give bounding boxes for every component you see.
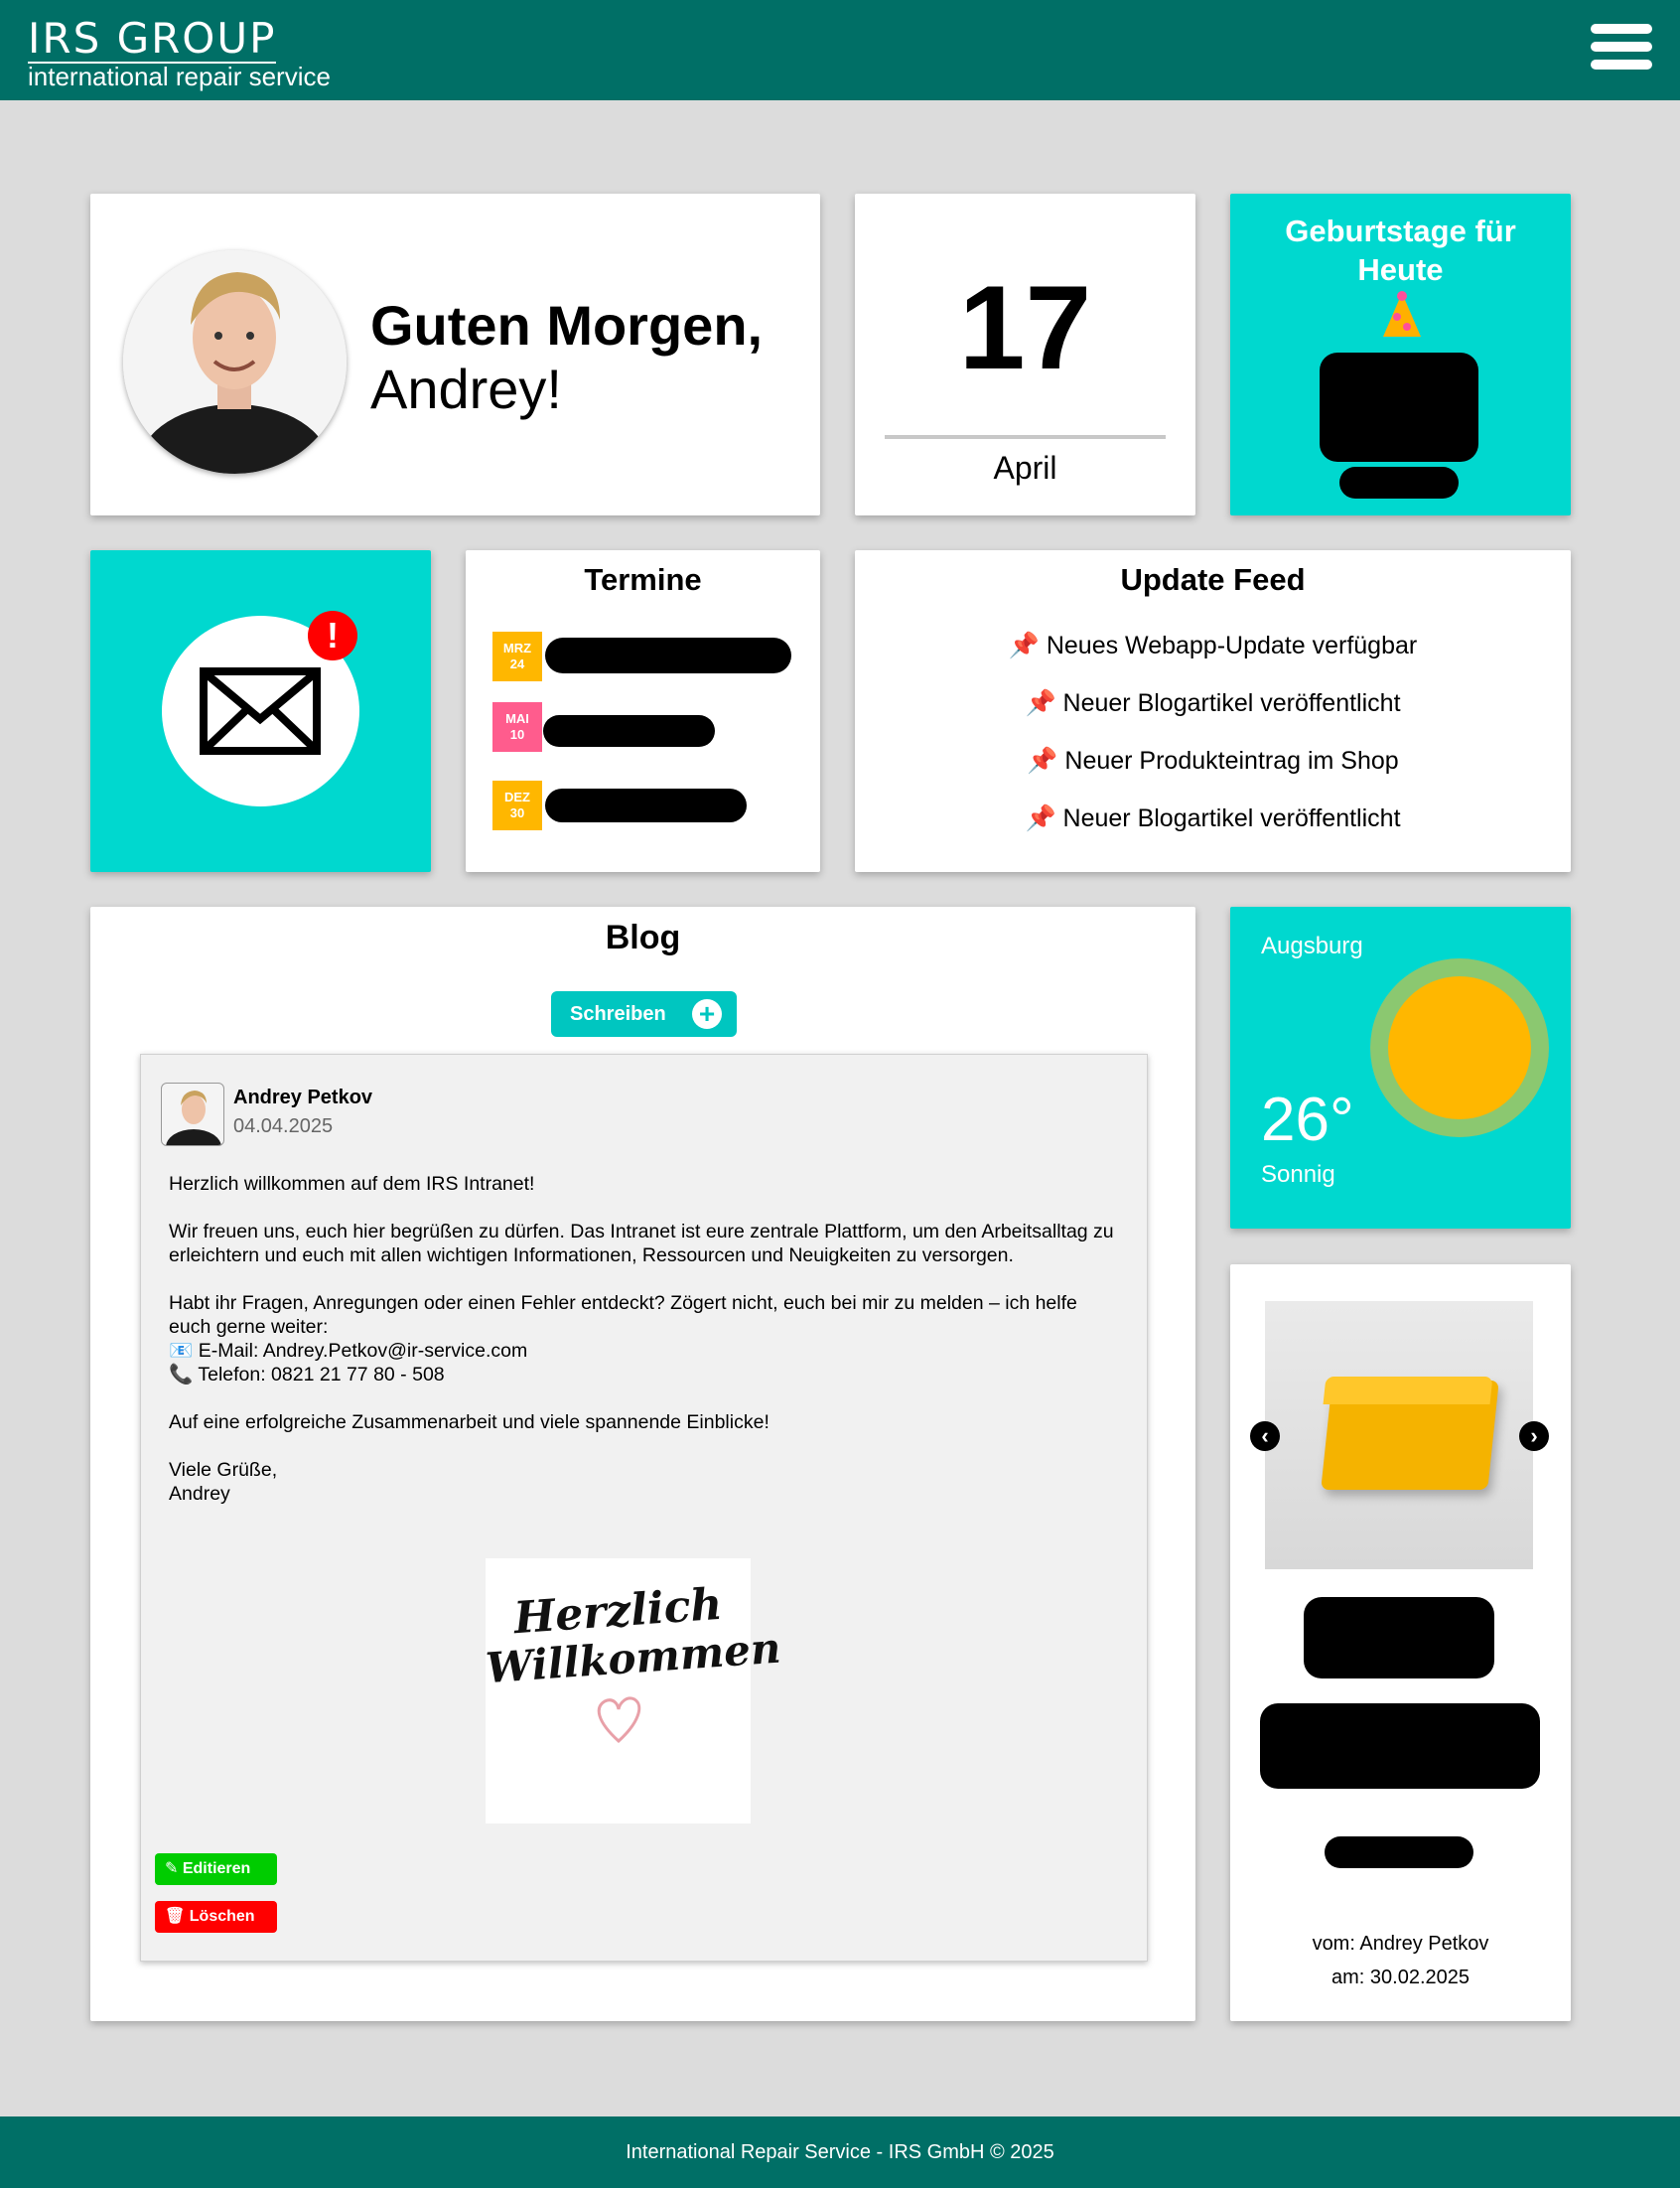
termine-title: Termine: [584, 562, 702, 597]
product-image: [1265, 1301, 1533, 1569]
post-date: 04.04.2025: [233, 1115, 334, 1137]
feed-item[interactable]: 📌 Neuer Produkteintrag im Shop: [855, 741, 1571, 799]
write-post-button[interactable]: Schreiben +: [551, 991, 737, 1037]
post-paragraph: Auf eine erfolgreiche Zusammenarbeit und…: [169, 1411, 770, 1433]
redacted-product-description: [1260, 1703, 1540, 1789]
date-divider: [885, 435, 1166, 439]
carousel-prev-icon[interactable]: ‹: [1250, 1421, 1280, 1451]
carousel-next-icon[interactable]: ›: [1519, 1421, 1549, 1451]
post-phone: 📞 Telefon: 0821 21 77 80 - 508: [169, 1364, 445, 1386]
sun-icon: [1370, 958, 1549, 1137]
weather-city: Augsburg: [1261, 933, 1363, 959]
update-feed-card: Update Feed 📌 Neues Webapp-Update verfüg…: [855, 550, 1571, 872]
redacted-product-price: [1325, 1836, 1473, 1868]
post-author: Andrey Petkov: [233, 1087, 373, 1108]
redacted-termin-title[interactable]: [543, 715, 715, 747]
birthday-card: Geburtstage für Heute: [1230, 194, 1571, 515]
weather-temp: 26°: [1261, 1086, 1354, 1154]
edit-button-label: Editieren: [182, 1860, 251, 1877]
post-author-avatar: [161, 1083, 224, 1146]
redacted-termin-title[interactable]: [545, 789, 747, 822]
termin-month: MRZ: [502, 641, 532, 656]
greeting-card: Guten Morgen, Andrey!: [90, 194, 820, 515]
feed-item[interactable]: 📌 Neuer Blogartikel veröffentlicht: [855, 799, 1571, 856]
update-feed-title: Update Feed: [1120, 562, 1306, 597]
alert-badge-icon: !: [308, 611, 357, 660]
blog-title: Blog: [605, 919, 681, 956]
trash-icon: 🗑: [165, 1908, 190, 1925]
product-date: am: 30.02.2025: [1331, 1967, 1470, 1988]
termin-date-badge: MAI 10: [492, 702, 542, 752]
redacted-birthday-name: [1339, 467, 1459, 499]
footer: International Repair Service - IRS GmbH …: [0, 2116, 1680, 2188]
weather-card: Augsburg 26° Sonnig: [1230, 907, 1571, 1229]
avatar: [123, 250, 347, 474]
welcome-image: Herzlich Willkommen: [485, 1558, 782, 1823]
delete-button-label: Löschen: [189, 1908, 255, 1925]
post-paragraph: Herzlich willkommen auf dem IRS Intranet…: [169, 1173, 535, 1195]
feed-item[interactable]: 📌 Neues Webapp-Update verfügbar: [855, 626, 1571, 683]
footer-text: International Repair Service - IRS GmbH …: [626, 2141, 1054, 2163]
hamburger-menu-icon[interactable]: [1591, 24, 1652, 75]
weather-condition: Sonnig: [1261, 1161, 1335, 1188]
party-hat-icon: [1383, 291, 1421, 337]
birthday-title: Geburtstage für Heute: [1285, 214, 1516, 287]
termin-day: 24: [509, 656, 525, 671]
blog-post: Andrey Petkov 04.04.2025 Herzlich willko…: [140, 1054, 1148, 1962]
redacted-product-title: [1304, 1597, 1494, 1678]
termine-card: Termine MRZ 24 MAI 10 DEZ 30: [466, 550, 820, 872]
product-author: vom: Andrey Petkov: [1312, 1933, 1489, 1955]
irs-logo[interactable]: IRS GROUP international repair service: [28, 18, 331, 91]
termin-month: DEZ: [504, 790, 530, 804]
greeting-line1: Guten Morgen,: [370, 294, 764, 357]
post-body: Herzlich willkommen auf dem IRS Intranet…: [169, 1172, 1122, 1506]
date-month: April: [993, 450, 1057, 486]
logo-main-text: IRS GROUP: [28, 14, 277, 64]
date-card: 17 April: [855, 194, 1195, 515]
header: IRS GROUP international repair service: [0, 0, 1680, 100]
pencil-icon: ✎: [165, 1860, 183, 1877]
termin-month: MAI: [505, 711, 529, 726]
post-paragraph: Habt ihr Fragen, Anregungen oder einen F…: [169, 1292, 1077, 1338]
termin-day: 10: [509, 727, 525, 742]
feed-item[interactable]: 📌 Neuer Blogartikel veröffentlicht: [855, 683, 1571, 741]
greeting-line2: Andrey!: [370, 358, 562, 420]
product-card: ‹ › vom: Andrey Petkov am: 30.02.2025: [1230, 1264, 1571, 2021]
post-email[interactable]: 📧 E-Mail: Andrey.Petkov@ir-service.com: [169, 1339, 1122, 1363]
redacted-termin-title[interactable]: [545, 638, 791, 673]
envelope-icon: [200, 667, 321, 755]
write-button-label: Schreiben: [570, 1003, 666, 1025]
post-paragraph: Wir freuen uns, euch hier begrüßen zu dü…: [169, 1221, 1114, 1266]
plus-circle-icon: +: [692, 999, 722, 1029]
post-closing: Viele Grüße,: [169, 1459, 278, 1481]
termin-date-badge: MRZ 24: [492, 632, 542, 681]
mail-card[interactable]: !: [90, 550, 431, 872]
delete-post-button[interactable]: 🗑 Löschen: [155, 1901, 277, 1933]
termin-day: 30: [509, 805, 525, 820]
heart-icon: [597, 1696, 640, 1744]
redacted-birthday-photo: [1320, 353, 1478, 462]
edit-post-button[interactable]: ✎ Editieren: [155, 1853, 277, 1885]
post-closing: Andrey: [169, 1483, 230, 1505]
blog-card: Blog Schreiben + Andrey Petkov 04.04.202…: [90, 907, 1195, 2021]
logo-sub-text: international repair service: [28, 62, 331, 91]
date-day: 17: [958, 261, 1092, 394]
termin-date-badge: DEZ 30: [492, 781, 542, 830]
